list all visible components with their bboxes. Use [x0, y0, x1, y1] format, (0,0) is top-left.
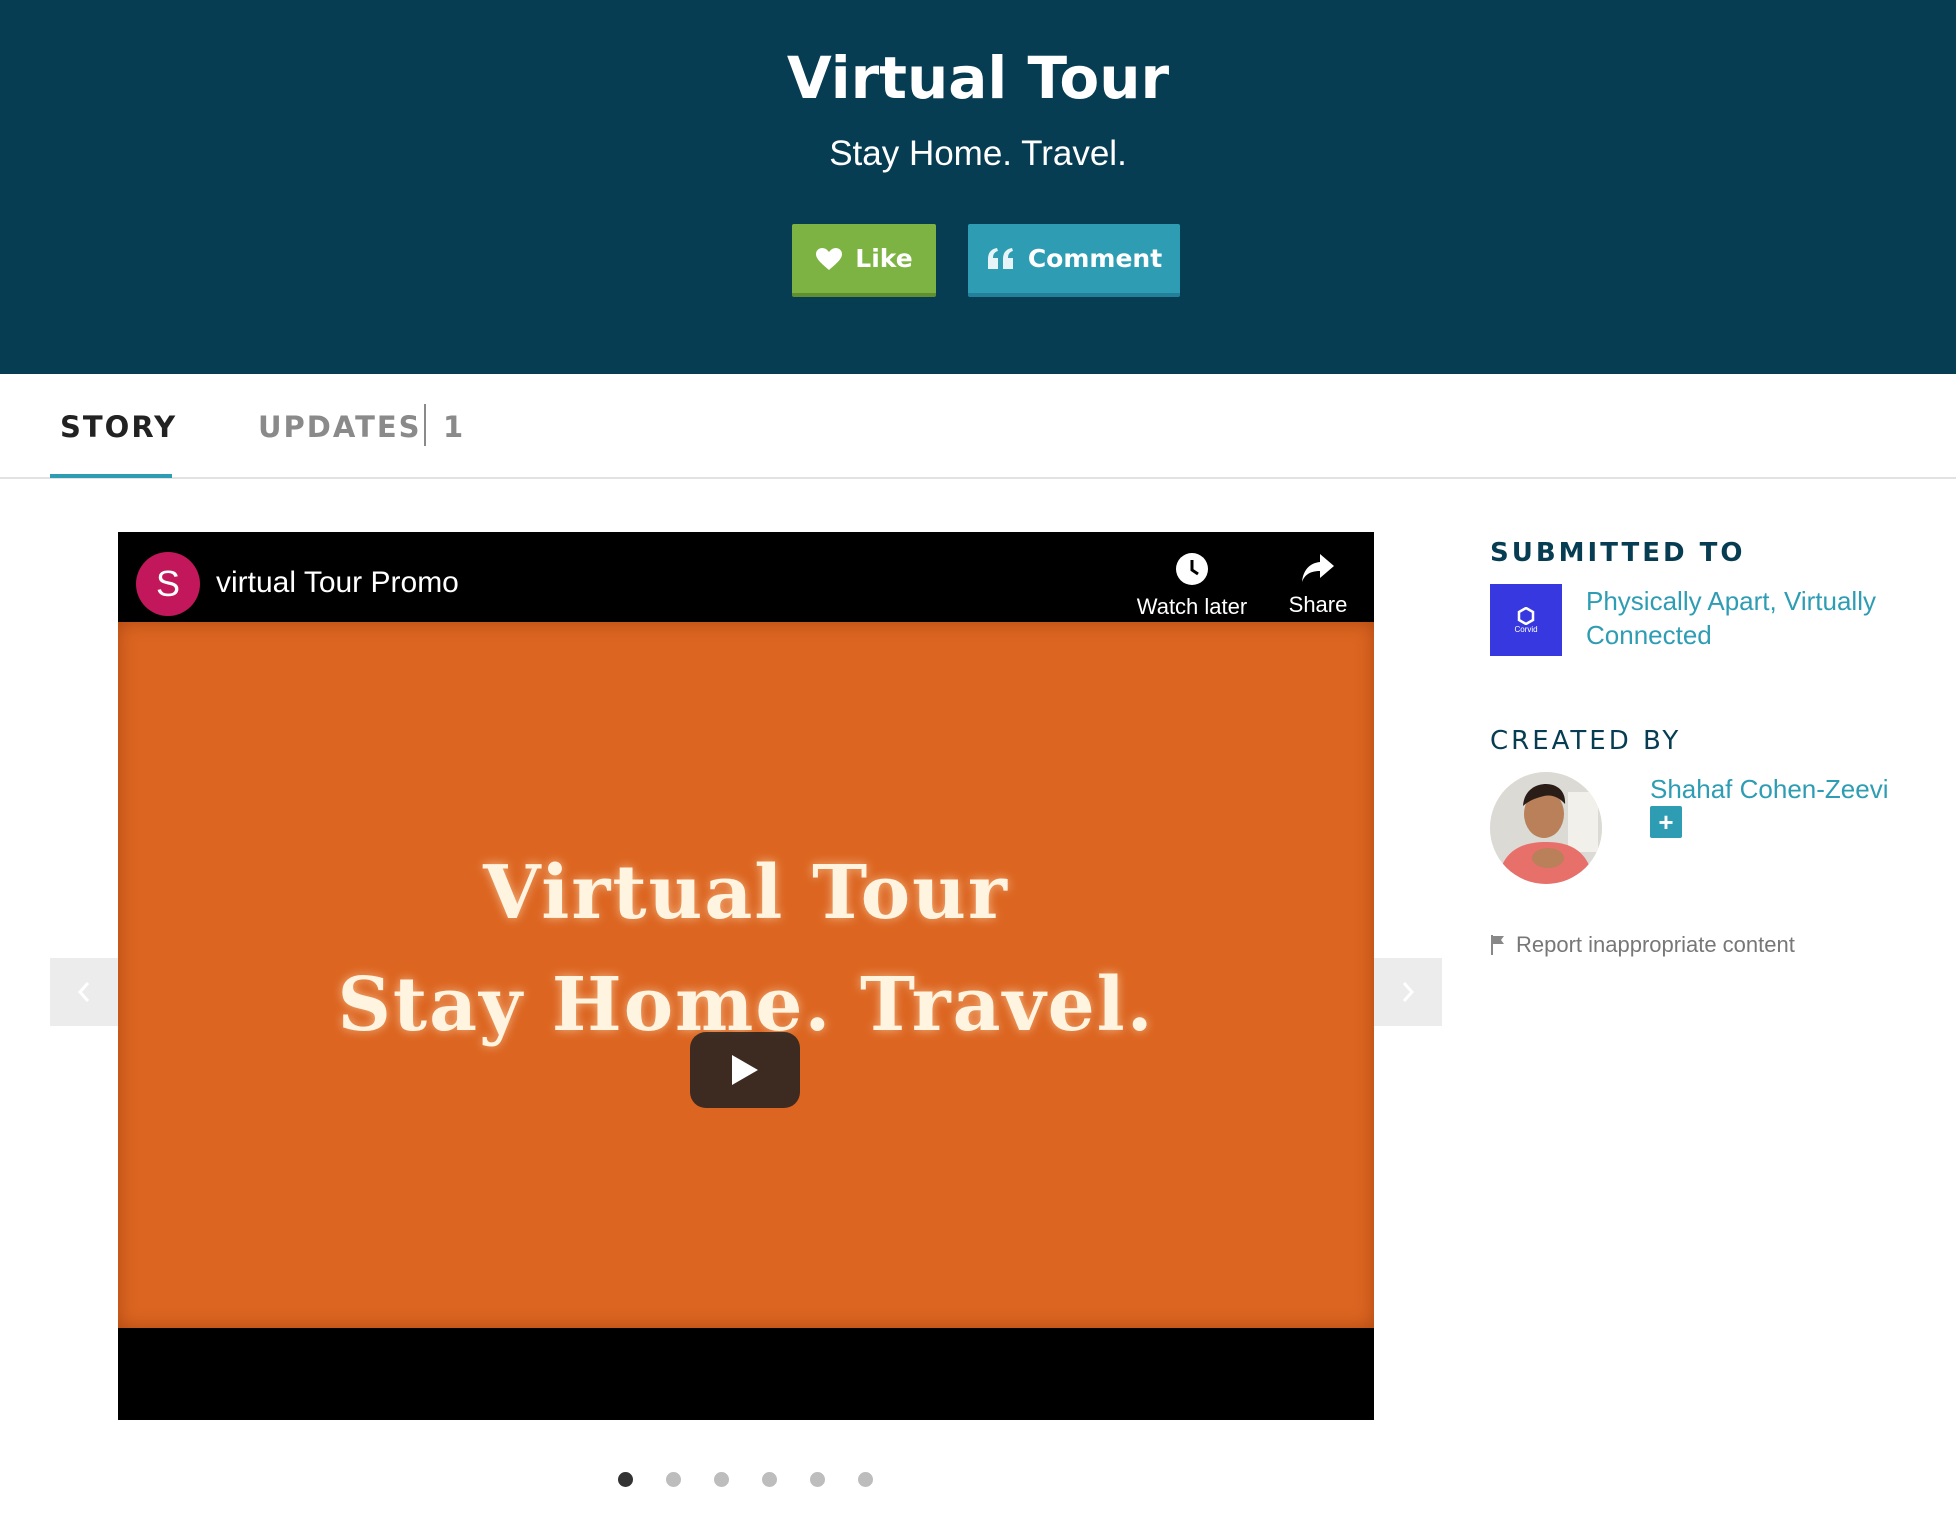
project-subtitle: Stay Home. Travel.: [829, 134, 1127, 173]
channel-avatar[interactable]: S: [136, 552, 200, 616]
video-player[interactable]: S virtual Tour Promo Watch later Share V…: [118, 532, 1374, 1420]
like-label: Like: [855, 244, 913, 273]
share-arrow-icon: [1302, 554, 1334, 582]
report-link[interactable]: Report inappropriate content: [1490, 932, 1795, 958]
follow-creator-button[interactable]: +: [1650, 806, 1682, 838]
carousel-dots: [618, 1472, 873, 1487]
carousel-prev-button[interactable]: [50, 958, 118, 1026]
video-title[interactable]: virtual Tour Promo: [216, 566, 459, 600]
play-button[interactable]: [690, 1032, 800, 1108]
heart-icon: [816, 247, 843, 270]
carousel-dot[interactable]: [858, 1472, 873, 1487]
cube-logo-icon: [1517, 606, 1535, 625]
watch-later-button[interactable]: Watch later: [1114, 552, 1270, 620]
video-thumbnail[interactable]: Virtual Tour Stay Home. Travel.: [118, 622, 1374, 1328]
play-icon: [732, 1055, 758, 1085]
tab-bar: STORY UPDATES 1: [0, 374, 1956, 479]
chevron-right-icon: [1402, 982, 1415, 1002]
like-button[interactable]: Like: [792, 224, 936, 297]
creator-name-link[interactable]: Shahaf Cohen-Zeevi: [1650, 774, 1888, 805]
share-label: Share: [1288, 592, 1348, 617]
tab-updates[interactable]: UPDATES: [258, 410, 422, 444]
person-photo: [1490, 772, 1602, 884]
carousel-dot[interactable]: [762, 1472, 777, 1487]
active-tab-indicator: [50, 474, 172, 478]
report-label: Report inappropriate content: [1516, 932, 1795, 957]
quote-icon: [987, 247, 1013, 269]
contest-thumbnail-text: Corvid: [1514, 624, 1538, 634]
flag-icon: [1491, 935, 1504, 955]
carousel-dot[interactable]: [666, 1472, 681, 1487]
tab-story[interactable]: STORY: [60, 410, 177, 444]
project-title: Virtual Tour: [786, 44, 1170, 112]
chevron-left-icon: [77, 982, 90, 1002]
tab-divider: [424, 404, 426, 446]
carousel-dot[interactable]: [618, 1472, 633, 1487]
project-header: Virtual Tour Stay Home. Travel. Like Com…: [0, 0, 1956, 374]
carousel-dot[interactable]: [810, 1472, 825, 1487]
watch-later-label: Watch later: [1136, 594, 1248, 619]
contest-thumbnail[interactable]: Corvid: [1490, 584, 1562, 656]
created-by-heading: CREATED BY: [1490, 726, 1682, 756]
contest-link[interactable]: Physically Apart, Virtually Connected: [1586, 584, 1906, 652]
video-topbar: S virtual Tour Promo Watch later Share: [118, 532, 1374, 622]
carousel-next-button[interactable]: [1374, 958, 1442, 1026]
submitted-to-heading: SUBMITTED TO: [1490, 538, 1746, 568]
thumbnail-text-line1: Virtual Tour: [483, 850, 1009, 936]
comment-button[interactable]: Comment: [968, 224, 1180, 297]
comment-label: Comment: [1027, 244, 1163, 273]
carousel-dot[interactable]: [714, 1472, 729, 1487]
updates-count[interactable]: 1: [443, 410, 463, 444]
creator-avatar[interactable]: [1490, 772, 1602, 884]
clock-icon: [1176, 553, 1208, 585]
share-button[interactable]: Share: [1268, 552, 1368, 618]
